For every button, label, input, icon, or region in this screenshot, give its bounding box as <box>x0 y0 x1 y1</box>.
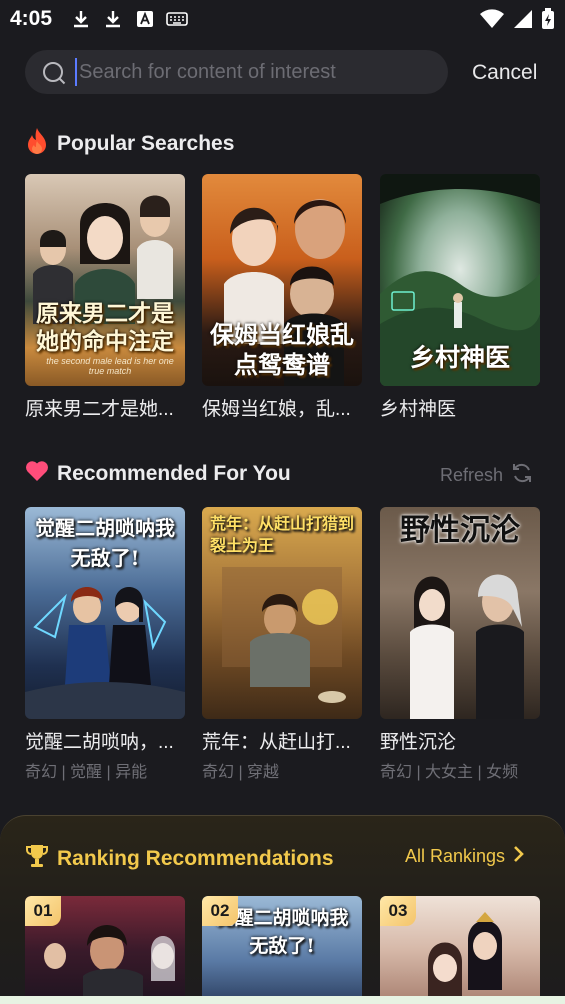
poster-image: 乡村神医 <box>380 174 540 386</box>
search-bar[interactable] <box>25 50 448 94</box>
card-tags: 奇幻 | 觉醒 | 异能 <box>25 764 148 781</box>
poster-title-art: 原来男二才是她的命中注定 <box>36 300 174 355</box>
rank-badge: 01 <box>25 896 61 926</box>
card-title: 荒年：从赶山打... <box>202 732 351 753</box>
card-title: 原来男二才是她... <box>25 399 174 420</box>
poster-image: 觉醒二胡唢呐我无敌了! <box>25 507 185 719</box>
cancel-button[interactable]: Cancel <box>472 61 537 85</box>
ranking-item-3[interactable]: 03 <box>380 896 540 1004</box>
recommended-item-3[interactable]: 野性沉沦 野性沉沦 奇幻 | 大女主 | 女频 <box>380 507 540 782</box>
system-icons <box>479 8 555 35</box>
all-rankings-label: All Rankings <box>405 846 506 866</box>
ranking-item-1[interactable]: 01 <box>25 896 185 1004</box>
recommended-item-1[interactable]: 觉醒二胡唢呐我无敌了! 觉醒二胡唢呐，... 奇幻 | 觉醒 | 异能 <box>25 507 185 782</box>
poster-image: 野性沉沦 <box>380 507 540 719</box>
poster-title-art: 野性沉沦 <box>400 513 520 548</box>
chevron-right-icon <box>513 845 525 868</box>
section-title: Recommended For You <box>57 461 291 485</box>
card-title: 乡村神医 <box>380 399 457 420</box>
ranking-header: Ranking Recommendations <box>25 843 334 874</box>
status-time: 4:05 <box>10 7 53 30</box>
search-input[interactable] <box>75 58 425 86</box>
bottom-strip <box>0 996 565 1004</box>
download-icon <box>70 8 92 30</box>
poster-title-art: 保姆当红娘乱点鸳鸯谱 <box>210 320 354 379</box>
heart-icon <box>25 460 49 487</box>
ranking-item-2[interactable]: 觉醒二胡唢呐我无敌了! 02 <box>202 896 362 1004</box>
refresh-label: Refresh <box>440 465 504 485</box>
fire-icon <box>25 127 49 160</box>
font-app-icon <box>134 8 156 30</box>
status-bar: 4:05 <box>0 0 565 38</box>
popular-item-2[interactable]: 保姆当红娘乱点鸳鸯谱 保姆当红娘，乱... <box>202 174 362 421</box>
search-icon <box>41 60 66 85</box>
refresh-button[interactable]: Refresh <box>440 462 533 489</box>
poster-image: 保姆当红娘乱点鸳鸯谱 <box>202 174 362 386</box>
signal-icon <box>513 9 533 34</box>
popular-item-3[interactable]: 乡村神医 乡村神医 <box>380 174 540 421</box>
poster-subtitle-art: the second male lead is her one true mat… <box>46 356 174 376</box>
rank-badge: 03 <box>380 896 416 926</box>
section-title: Popular Searches <box>57 131 235 155</box>
poster-title-art: 觉醒二胡唢呐我无敌了! <box>35 516 175 570</box>
card-title: 觉醒二胡唢呐，... <box>25 732 174 753</box>
all-rankings-link[interactable]: All Rankings <box>405 845 525 868</box>
rank-badge: 02 <box>202 896 238 926</box>
poster-image: 原来男二才是她的命中注定 the second male lead is her… <box>25 174 185 386</box>
wifi-icon <box>479 9 505 34</box>
popular-searches-header: Popular Searches <box>25 127 234 160</box>
card-tags: 奇幻 | 大女主 | 女频 <box>380 764 519 781</box>
poster-image: 荒年：从赶山打猎到裂土为王 <box>202 507 362 719</box>
poster-title-art: 荒年：从赶山打猎到裂土为王 <box>210 514 355 555</box>
trophy-icon <box>25 843 49 874</box>
keyboard-icon <box>166 8 188 30</box>
battery-charging-icon <box>541 8 555 35</box>
notification-icons <box>70 8 188 30</box>
poster-title-art: 乡村神医 <box>409 343 510 372</box>
download-icon <box>102 8 124 30</box>
refresh-icon <box>511 462 533 489</box>
recommended-item-2[interactable]: 荒年：从赶山打猎到裂土为王 荒年：从赶山打... 奇幻 | 穿越 <box>202 507 362 782</box>
card-title: 保姆当红娘，乱... <box>202 399 351 420</box>
recommended-header: Recommended For You <box>25 460 291 487</box>
section-title: Ranking Recommendations <box>57 846 334 870</box>
card-tags: 奇幻 | 穿越 <box>202 764 280 781</box>
popular-item-1[interactable]: 原来男二才是她的命中注定 the second male lead is her… <box>25 174 185 421</box>
card-title: 野性沉沦 <box>380 732 457 753</box>
